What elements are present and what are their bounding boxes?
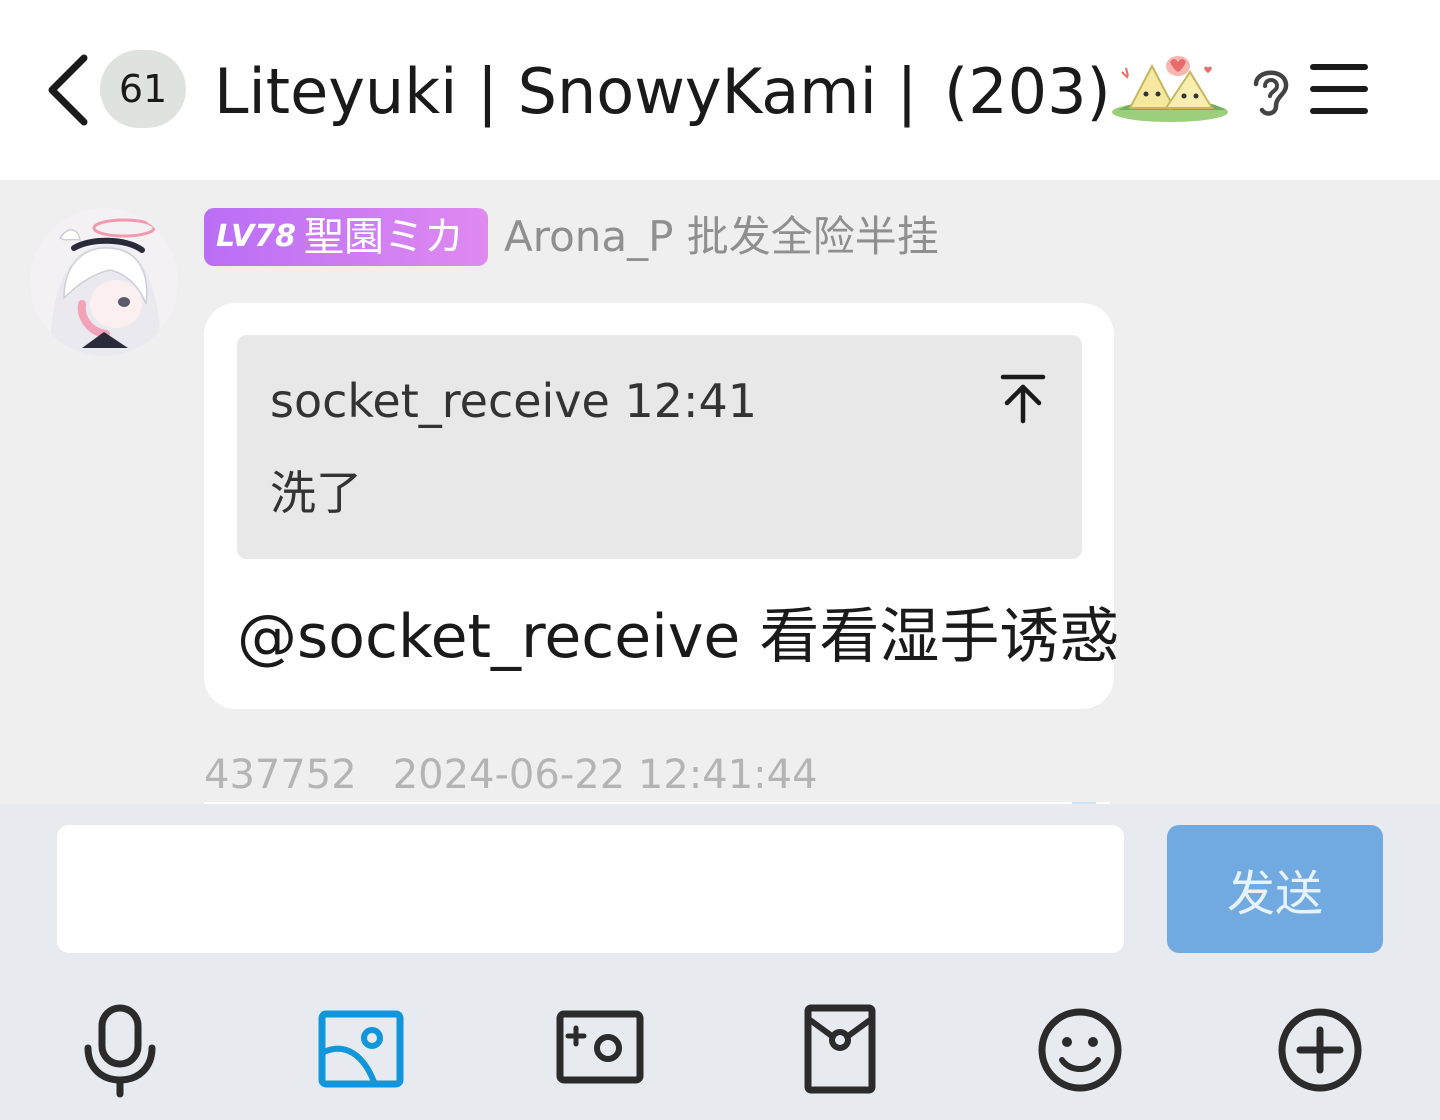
quote-author: socket_receive <box>270 374 610 428</box>
more-button[interactable] <box>1272 1002 1368 1098</box>
emoji-button[interactable] <box>1032 1002 1128 1098</box>
jump-to-original-icon[interactable] <box>999 373 1047 425</box>
image-button[interactable] <box>312 1002 408 1098</box>
chat-header: 61 Liteyuki | SnowyKami |… (203) <box>0 0 1440 180</box>
red-packet-icon <box>804 1004 876 1094</box>
message-timestamp: 2024-06-22 12:41:44 <box>392 752 818 798</box>
quote-time: 12:41 <box>624 374 758 428</box>
send-button[interactable]: 发送 <box>1167 825 1383 953</box>
member-count[interactable]: (203) <box>944 52 1111 132</box>
quote-header: socket_receive 12:41 <box>270 369 757 433</box>
red-packet-button[interactable] <box>792 1002 888 1098</box>
unread-count-badge[interactable]: 61 <box>100 50 186 128</box>
group-sticker-icon[interactable] <box>1108 50 1232 126</box>
plus-icon <box>1278 1008 1362 1092</box>
message-bubble[interactable]: socket_receive 12:41 洗了 @socket_receive … <box>204 303 1119 709</box>
quoted-message[interactable]: socket_receive 12:41 洗了 <box>237 335 1082 559</box>
back-button[interactable] <box>38 50 98 130</box>
image-icon <box>318 1010 404 1088</box>
microphone-icon <box>84 1004 156 1098</box>
message-meta: 437752 2024-06-22 12:41:44 <box>204 750 818 800</box>
camera-icon <box>556 1010 644 1084</box>
chevron-left-icon <box>48 54 88 126</box>
avatar[interactable] <box>30 208 178 356</box>
chat-title[interactable]: Liteyuki | SnowyKami |… <box>214 52 914 132</box>
message-text: @socket_receive 看看湿手诱惑 <box>237 602 1120 672</box>
menu-icon[interactable] <box>1308 62 1372 118</box>
message-input[interactable] <box>57 825 1124 953</box>
camera-button[interactable] <box>552 1002 648 1098</box>
level-label: LV78 <box>216 219 296 254</box>
member-level-badge: LV78 聖園ミカ <box>204 208 488 266</box>
level-title: 聖園ミカ <box>304 214 464 260</box>
ear-icon[interactable] <box>1246 62 1294 120</box>
emoji-icon <box>1038 1008 1122 1092</box>
input-area: 发送 <box>0 804 1440 1120</box>
sender-name[interactable]: Arona_P 批发全险半挂 <box>504 208 939 266</box>
message-id: 437752 <box>204 752 357 798</box>
voice-button[interactable] <box>72 1002 168 1098</box>
quote-text: 洗了 <box>270 466 362 520</box>
